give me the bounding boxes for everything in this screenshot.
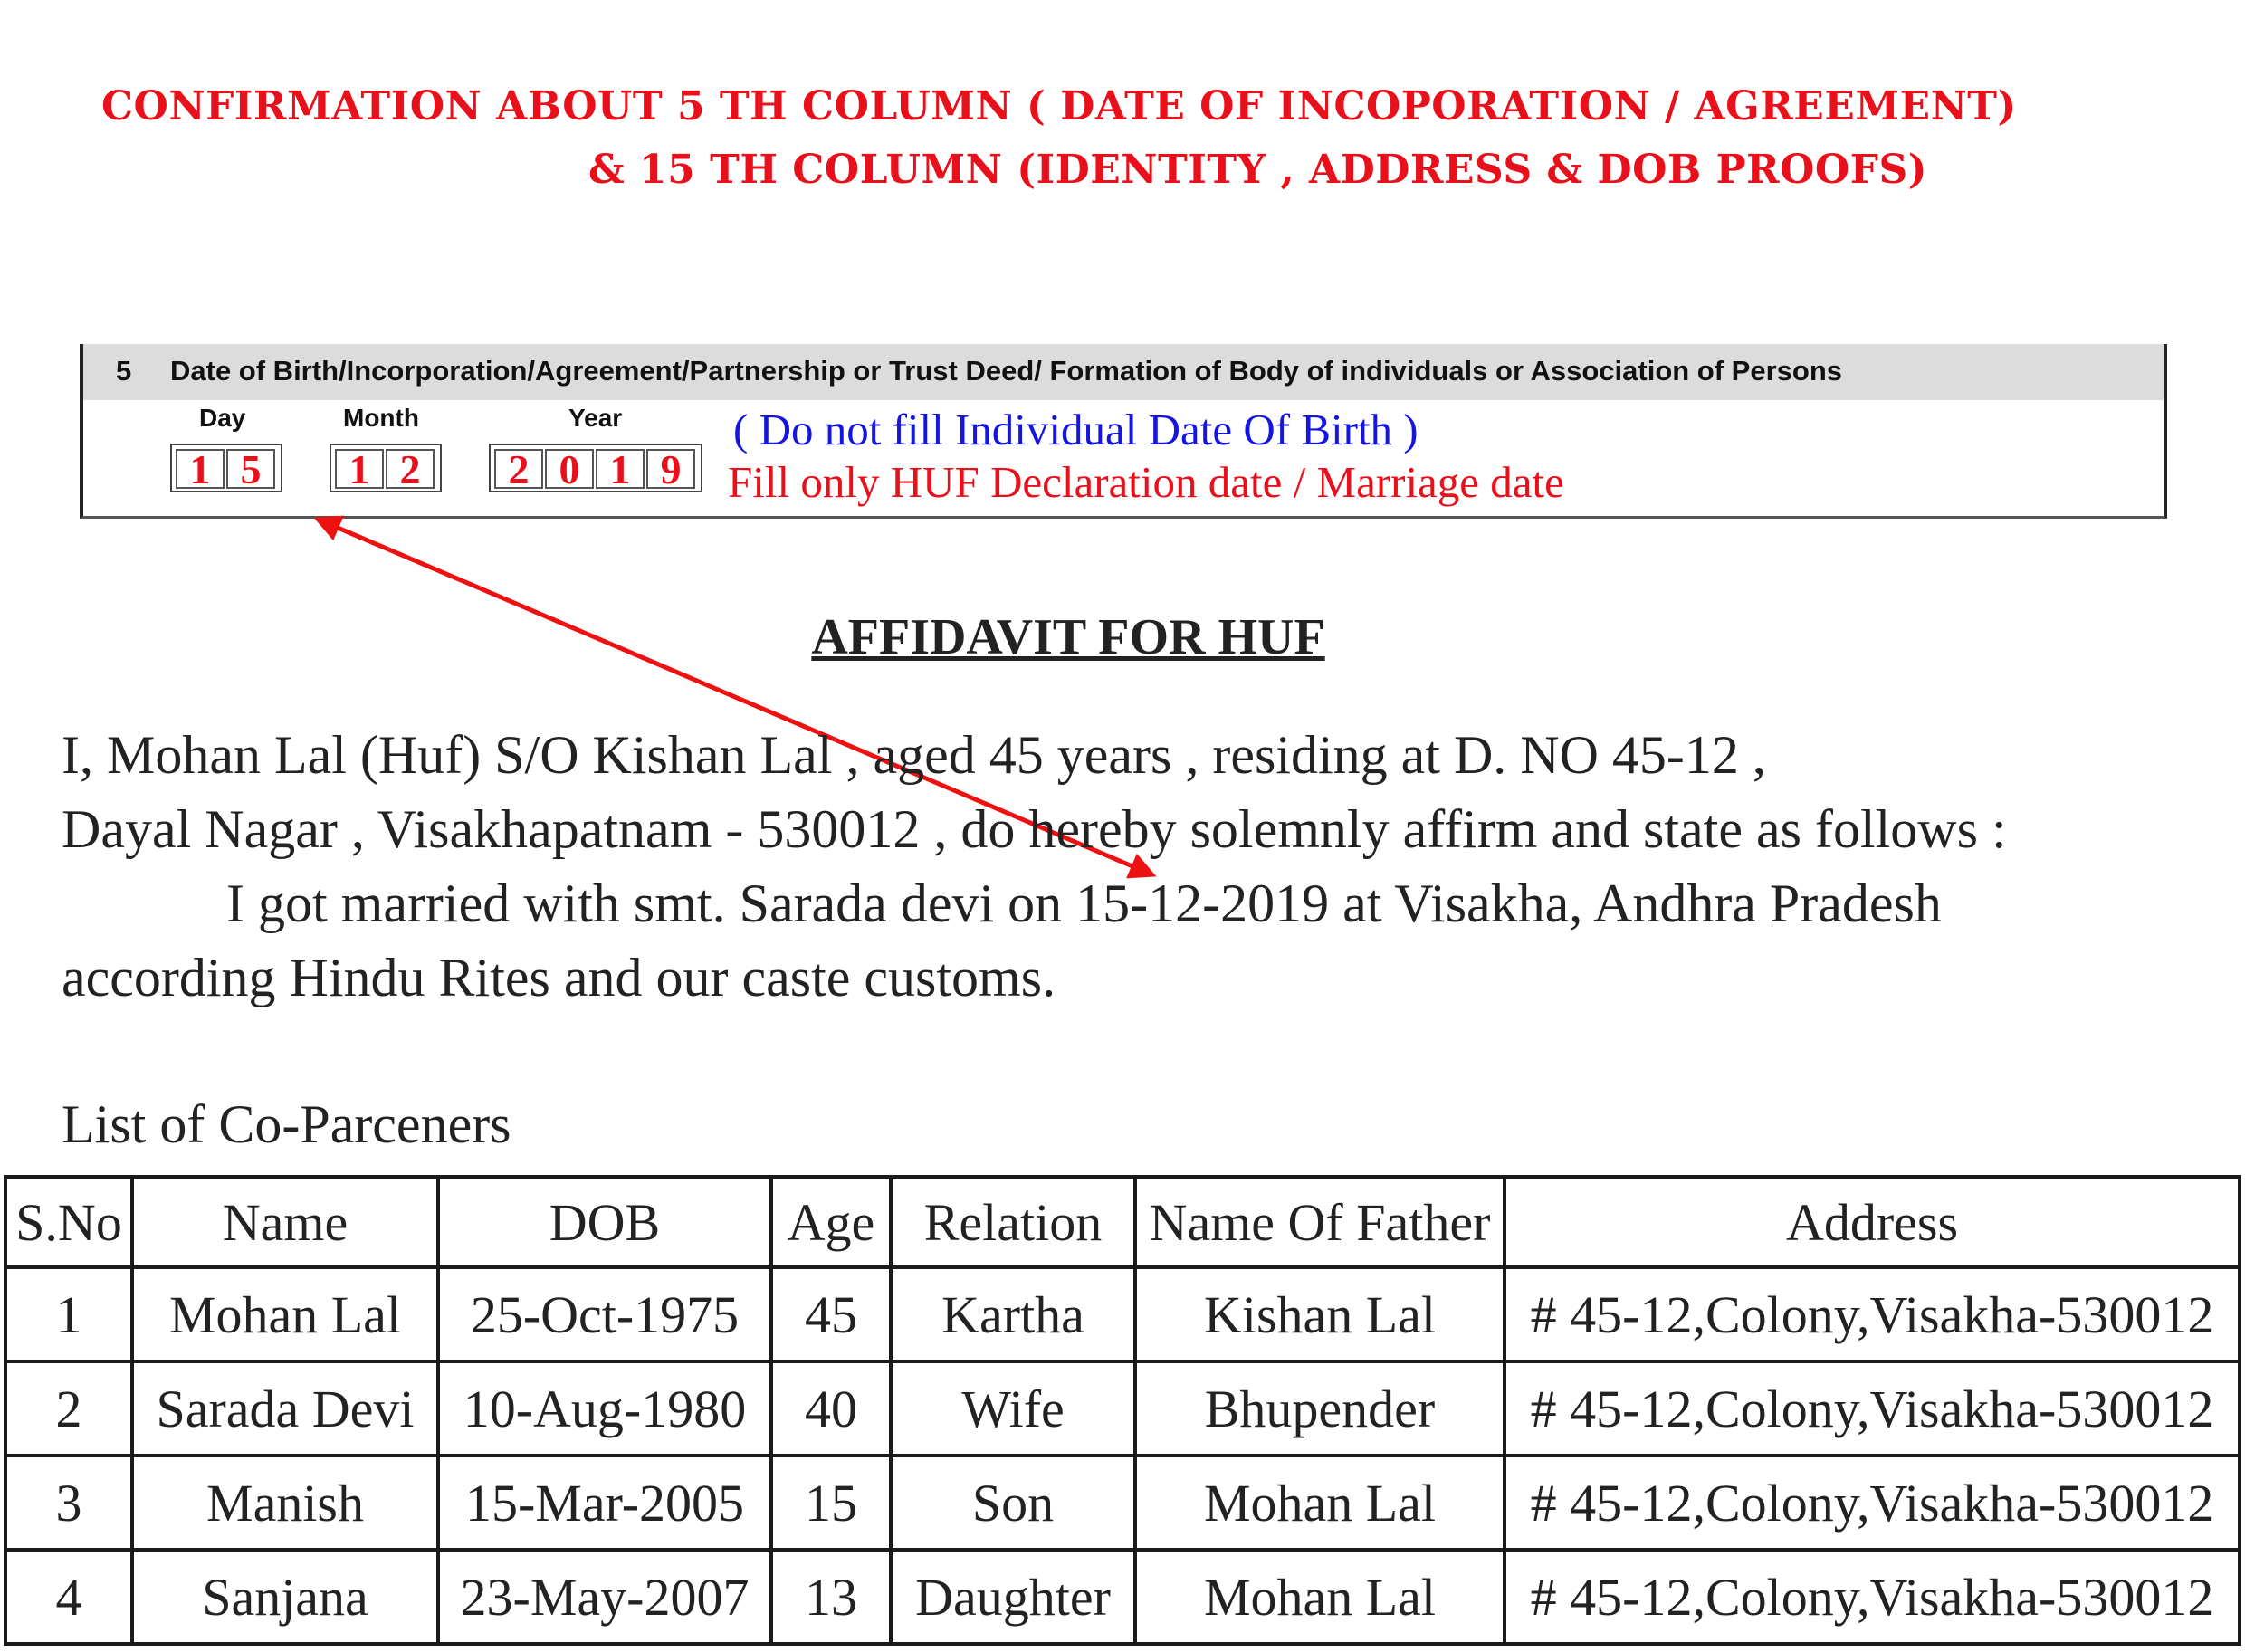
cell-sno: 1	[4, 1265, 134, 1363]
cell-sno: 2	[4, 1360, 134, 1457]
cell-address: # 45-12,Colony,Visakha-530012	[1503, 1265, 2241, 1363]
cell-age: 15	[769, 1454, 893, 1552]
affidavit-line-2: Dayal Nagar , Visakhapatnam - 530012 , d…	[62, 799, 2007, 859]
cell-father-name: Kishan Lal	[1133, 1265, 1506, 1363]
cell-relation: Kartha	[889, 1265, 1137, 1363]
month-label: Month	[343, 404, 419, 432]
cell-name: Manish	[130, 1454, 440, 1552]
table-row: 3 Manish 15-Mar-2005 15 Son Mohan Lal # …	[4, 1454, 2241, 1552]
heading-line-2: & 15 TH COLUMN (IDENTITY , ADDRESS & DOB…	[588, 147, 1928, 193]
note-do-not-fill: ( Do not fill Individual Date Of Birth )	[733, 405, 1419, 454]
month-input[interactable]: 1 2	[330, 444, 442, 492]
header-relation: Relation	[889, 1175, 1137, 1269]
cell-name: Mohan Lal	[130, 1265, 440, 1363]
header-dob: DOB	[436, 1175, 773, 1269]
form-section-header: 5 Date of Birth/Incorporation/Agreement/…	[83, 344, 2164, 400]
note-fill-only: Fill only HUF Declaration date / Marriag…	[728, 457, 1564, 507]
year-digit-4: 9	[646, 449, 695, 491]
table-header-row: S.No Name DOB Age Relation Name Of Fathe…	[4, 1175, 2241, 1269]
cell-dob: 15-Mar-2005	[436, 1454, 773, 1552]
affidavit-title: AFFIDAVIT FOR HUF	[811, 609, 1325, 665]
table-row: 2 Sarada Devi 10-Aug-1980 40 Wife Bhupen…	[4, 1360, 2241, 1457]
table-row: 4 Sanjana 23-May-2007 13 Daughter Mohan …	[4, 1548, 2241, 1646]
cell-address: # 45-12,Colony,Visakha-530012	[1503, 1548, 2241, 1646]
header-age: Age	[769, 1175, 893, 1269]
cell-sno: 3	[4, 1454, 134, 1552]
cell-father-name: Mohan Lal	[1133, 1454, 1506, 1552]
year-label: Year	[568, 404, 623, 432]
header-sno: S.No	[4, 1175, 134, 1269]
form-section-number: 5	[116, 355, 132, 387]
day-label: Day	[199, 404, 246, 432]
cell-relation: Daughter	[889, 1548, 1137, 1646]
affidavit-line-3: I got married with smt. Sarada devi on 1…	[226, 874, 1942, 933]
form-section-5: 5 Date of Birth/Incorporation/Agreement/…	[80, 344, 2167, 519]
coparceners-table: S.No Name DOB Age Relation Name Of Fathe…	[4, 1175, 2241, 1646]
year-digit-2: 0	[545, 449, 594, 491]
header-address: Address	[1503, 1175, 2241, 1269]
affidavit-line-4: according Hindu Rites and our caste cust…	[62, 948, 1056, 1007]
day-digit-2: 5	[226, 449, 275, 491]
cell-relation: Son	[889, 1454, 1137, 1552]
year-input[interactable]: 2 0 1 9	[489, 444, 702, 492]
year-digit-3: 1	[596, 449, 645, 491]
cell-father-name: Mohan Lal	[1133, 1548, 1506, 1646]
year-digit-1: 2	[494, 449, 543, 491]
form-section-title: Date of Birth/Incorporation/Agreement/Pa…	[170, 355, 1843, 387]
day-digit-1: 1	[176, 449, 224, 491]
heading-line-1: CONFIRMATION ABOUT 5 TH COLUMN ( DATE OF…	[101, 83, 2017, 129]
cell-dob: 23-May-2007	[436, 1548, 773, 1646]
cell-age: 13	[769, 1548, 893, 1646]
header-name: Name	[130, 1175, 440, 1269]
header-father-name: Name Of Father	[1133, 1175, 1506, 1269]
cell-address: # 45-12,Colony,Visakha-530012	[1503, 1454, 2241, 1552]
cell-dob: 10-Aug-1980	[436, 1360, 773, 1457]
cell-name: Sarada Devi	[130, 1360, 440, 1457]
cell-dob: 25-Oct-1975	[436, 1265, 773, 1363]
cell-name: Sanjana	[130, 1548, 440, 1646]
day-input[interactable]: 1 5	[170, 444, 282, 492]
cell-age: 45	[769, 1265, 893, 1363]
cell-relation: Wife	[889, 1360, 1137, 1457]
month-digit-1: 1	[335, 449, 384, 491]
affidavit-line-1: I, Mohan Lal (Huf) S/O Kishan Lal , aged…	[62, 725, 1766, 785]
cell-father-name: Bhupender	[1133, 1360, 1506, 1457]
cell-sno: 4	[4, 1548, 134, 1646]
month-digit-2: 2	[386, 449, 435, 491]
coparceners-title: List of Co-Parceners	[62, 1094, 511, 1154]
cell-address: # 45-12,Colony,Visakha-530012	[1503, 1360, 2241, 1457]
table-row: 1 Mohan Lal 25-Oct-1975 45 Kartha Kishan…	[4, 1265, 2241, 1363]
cell-age: 40	[769, 1360, 893, 1457]
